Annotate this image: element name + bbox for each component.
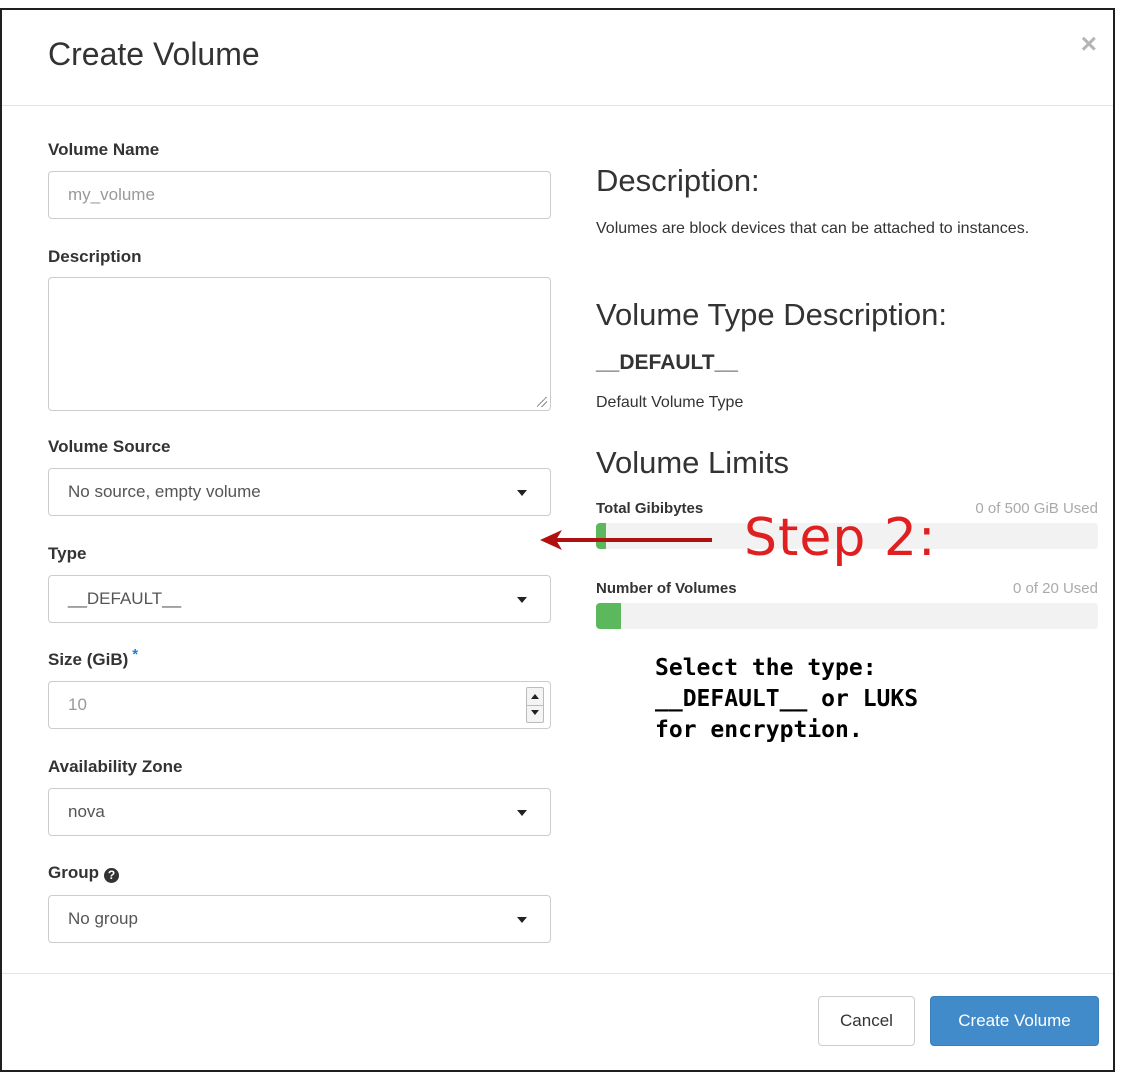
group-label-text: Group bbox=[48, 863, 99, 882]
group-select[interactable]: No group bbox=[48, 895, 551, 943]
cancel-button[interactable]: Cancel bbox=[818, 996, 915, 1046]
number-of-volumes-progress bbox=[596, 603, 1098, 629]
description-textarea[interactable] bbox=[48, 277, 551, 411]
increment-arrow-icon[interactable] bbox=[527, 688, 543, 706]
volume-source-select[interactable]: No source, empty volume bbox=[48, 468, 551, 516]
number-of-volumes-label: Number of Volumes bbox=[596, 580, 737, 597]
annotation-note: Select the type: __DEFAULT__ or LUKS for… bbox=[655, 655, 919, 743]
number-of-volumes-usage: 0 of 20 Used bbox=[1012, 580, 1098, 597]
description-text: Volumes are block devices that can be at… bbox=[596, 220, 1030, 237]
availability-zone-select[interactable]: nova bbox=[48, 788, 551, 836]
number-of-volumes-progress-fill bbox=[596, 603, 622, 629]
volume-name-placeholder: my_volume bbox=[68, 185, 155, 204]
type-select[interactable]: __DEFAULT__ bbox=[48, 575, 551, 623]
size-input[interactable]: 10 bbox=[48, 681, 551, 729]
resize-handle-icon[interactable] bbox=[537, 397, 547, 407]
size-label-text: Size (GiB) bbox=[48, 650, 129, 669]
question-circle-icon[interactable]: ? bbox=[104, 868, 119, 883]
group-value: No group bbox=[68, 909, 138, 928]
close-icon[interactable]: × bbox=[1081, 30, 1097, 58]
type-value: __DEFAULT__ bbox=[68, 589, 182, 608]
step-label: Step 2: bbox=[744, 508, 937, 568]
decrement-arrow-icon[interactable] bbox=[527, 705, 543, 722]
volume-limits-heading: Volume Limits bbox=[596, 445, 789, 480]
type-label: Type bbox=[48, 544, 87, 563]
volume-type-text: Default Volume Type bbox=[596, 394, 744, 411]
description-heading: Description: bbox=[596, 163, 760, 198]
create-volume-button[interactable]: Create Volume bbox=[930, 996, 1099, 1046]
required-marker: * bbox=[132, 646, 139, 663]
size-placeholder: 10 bbox=[68, 695, 87, 714]
volume-name-input[interactable]: my_volume bbox=[48, 171, 551, 219]
volume-source-label: Volume Source bbox=[48, 437, 171, 456]
chevron-down-icon bbox=[517, 810, 527, 816]
modal-header: Create Volume × bbox=[2, 10, 1113, 106]
chevron-down-icon bbox=[517, 490, 527, 496]
annotation-arrow-icon bbox=[540, 530, 712, 550]
chevron-down-icon bbox=[517, 917, 527, 923]
group-label: Group? bbox=[48, 863, 119, 883]
size-label: Size (GiB) * bbox=[48, 646, 138, 670]
number-stepper[interactable] bbox=[526, 687, 544, 723]
total-gibibytes-label: Total Gibibytes bbox=[596, 500, 704, 517]
modal-footer: Cancel Create Volume bbox=[2, 973, 1113, 1070]
volume-source-value: No source, empty volume bbox=[68, 482, 261, 501]
availability-zone-value: nova bbox=[68, 802, 105, 821]
total-gibibytes-usage: 0 of 500 GiB Used bbox=[975, 500, 1098, 517]
modal-title: Create Volume bbox=[48, 36, 260, 72]
volume-name-label: Volume Name bbox=[48, 140, 160, 159]
availability-zone-label: Availability Zone bbox=[48, 757, 183, 776]
volume-type-name: __DEFAULT__ bbox=[596, 351, 738, 374]
volume-type-heading: Volume Type Description: bbox=[596, 297, 947, 332]
description-label: Description bbox=[48, 247, 142, 266]
chevron-down-icon bbox=[517, 597, 527, 603]
